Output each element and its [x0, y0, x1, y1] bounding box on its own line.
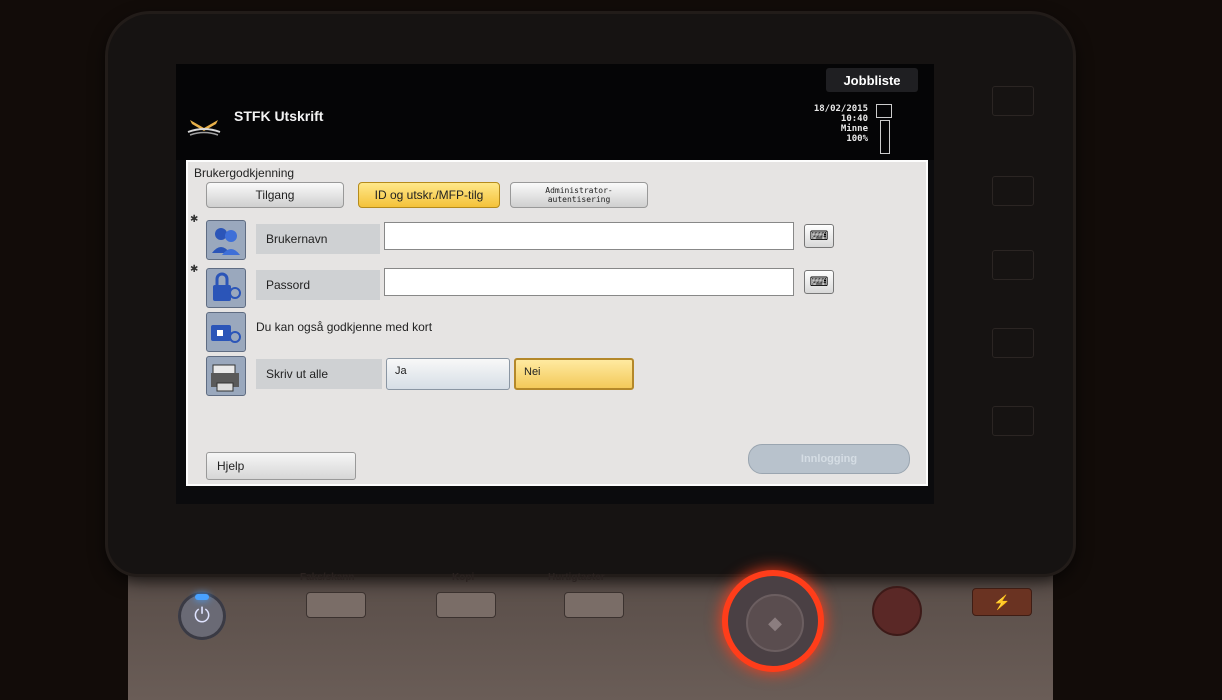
touch-screen: Jobbliste STFK Utskrift 18/02/2015 10:40… [176, 64, 934, 504]
start-icon: ◆ [746, 594, 804, 652]
quick-key[interactable] [564, 592, 624, 618]
required-marker: ✱ [190, 264, 199, 275]
card-auth-text: Du kan også godkjenne med kort [256, 320, 433, 334]
power-led [195, 594, 209, 600]
side-key-3[interactable] [992, 250, 1034, 280]
quick-keys-label: Hurtigtaster [548, 572, 605, 583]
tab-admin-line1: Administrator- [545, 186, 613, 195]
username-keyboard-button[interactable]: ⌨ [804, 224, 834, 248]
login-button[interactable]: Innlogging [748, 444, 910, 474]
keyboard-icon: ⌨ [809, 274, 829, 289]
printer-icon [206, 356, 246, 396]
memory-value: 100% [846, 134, 868, 144]
copy-key-label: Kopi [452, 572, 475, 583]
print-all-yes-button[interactable]: Ja [386, 358, 510, 390]
app-title: STFK Utskrift [234, 108, 324, 124]
card-reader-icon [206, 312, 246, 352]
username-label: Brukernavn [256, 224, 380, 254]
password-keyboard-button[interactable]: ⌨ [804, 270, 834, 294]
required-marker: ✱ [190, 214, 199, 225]
side-key-5[interactable] [992, 406, 1034, 436]
stop-button[interactable] [872, 586, 922, 636]
reset-button[interactable]: ⚡ [972, 588, 1032, 616]
date-text: 18/02/2015 [813, 104, 868, 114]
side-key-1[interactable] [992, 86, 1034, 116]
help-button[interactable]: Hjelp [206, 452, 356, 480]
memory-gauge [880, 120, 890, 154]
copy-key[interactable] [436, 592, 496, 618]
tab-access[interactable]: Tilgang [206, 182, 344, 208]
status-icon [876, 104, 892, 118]
username-input[interactable] [384, 222, 794, 250]
password-input[interactable] [384, 268, 794, 296]
print-all-label: Skriv ut alle [256, 359, 382, 389]
time-text: 10:40 [840, 114, 868, 124]
lock-icon [206, 268, 246, 308]
logo-icon [187, 120, 221, 136]
password-label: Passord [256, 270, 380, 300]
memory-label: Minne [840, 124, 868, 134]
job-list-button[interactable]: Jobbliste [826, 68, 918, 92]
keyboard-icon: ⌨ [809, 228, 829, 243]
users-icon [206, 220, 246, 260]
print-all-no-button[interactable]: Nei [514, 358, 634, 390]
side-keys [980, 60, 1044, 460]
tab-admin-line2: autentisering [547, 195, 611, 204]
power-icon: ⏻ [194, 604, 210, 627]
breadcrumb: Brukergodkjenning [194, 166, 295, 180]
status-readout: 18/02/2015 10:40 Minne 100% [808, 104, 868, 144]
reset-icon: ⚡ [993, 594, 1011, 610]
tab-id-print[interactable]: ID og utskr./MFP-tilg [358, 182, 500, 208]
side-key-4[interactable] [992, 328, 1034, 358]
fax-scan-key-label: Faks/skann [300, 572, 355, 583]
fax-scan-key[interactable] [306, 592, 366, 618]
side-key-2[interactable] [992, 176, 1034, 206]
tab-admin-auth[interactable]: Administrator- autentisering [510, 182, 648, 208]
